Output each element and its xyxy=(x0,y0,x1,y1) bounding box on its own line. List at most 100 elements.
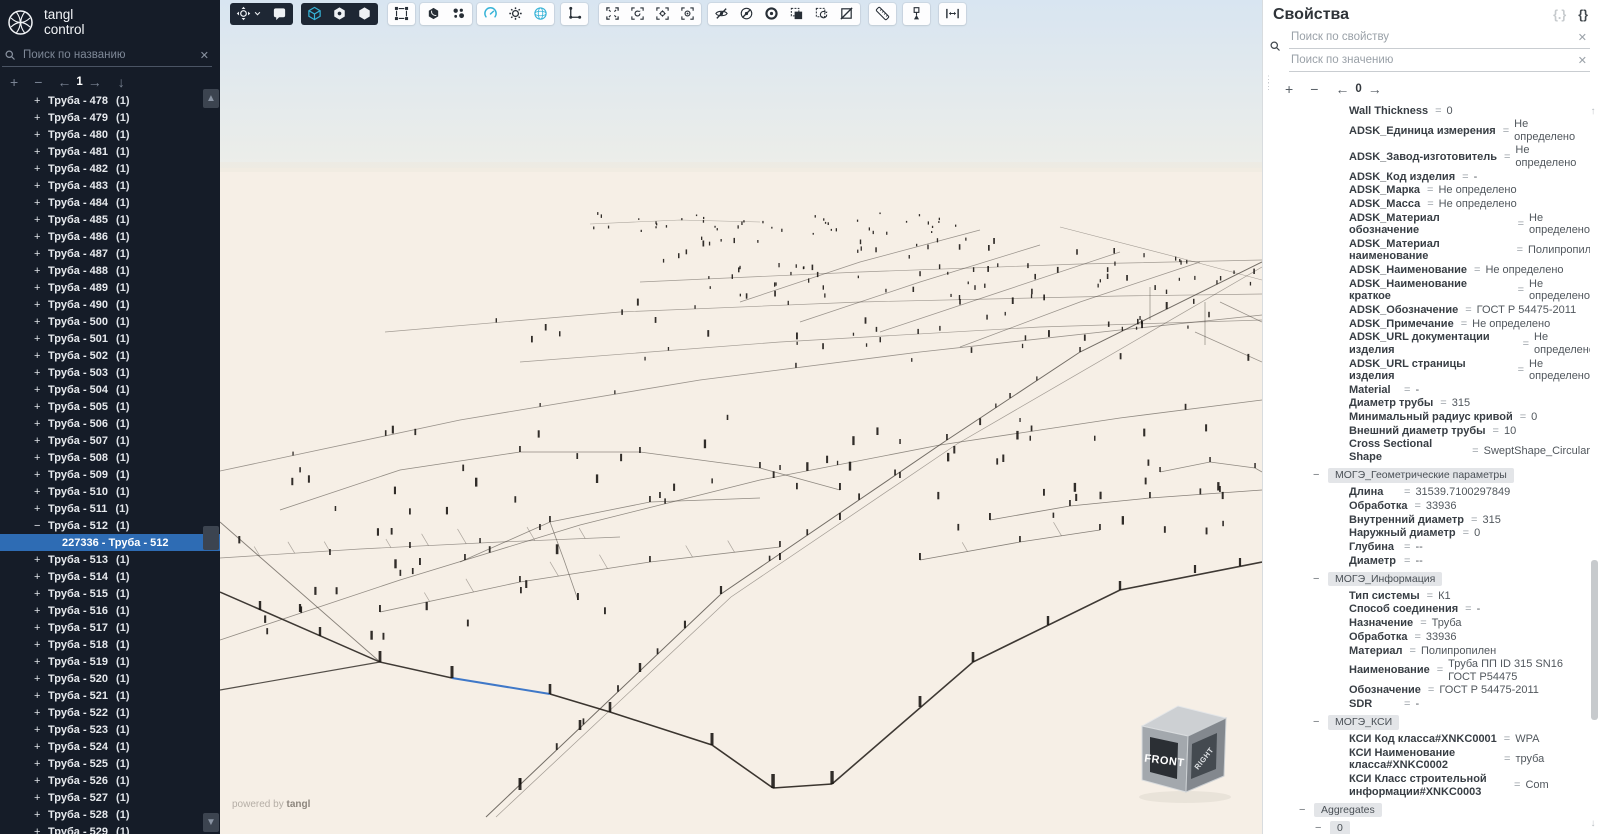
tree-expander[interactable]: + xyxy=(34,197,48,209)
tree-expander[interactable]: + xyxy=(34,775,48,787)
sidebar-scroll-up-button[interactable]: ▲ xyxy=(203,89,219,108)
tree-item[interactable]: +Труба - 500(1) xyxy=(0,313,220,330)
tree-expander[interactable]: + xyxy=(34,265,48,277)
hide-button[interactable] xyxy=(709,4,734,24)
tree-expander[interactable]: + xyxy=(34,401,48,413)
tree-item[interactable]: +Труба - 479(1) xyxy=(0,109,220,126)
tree-item[interactable]: +Труба - 490(1) xyxy=(0,296,220,313)
tree-item[interactable]: +Труба - 525(1) xyxy=(0,755,220,772)
tree-expander[interactable]: + xyxy=(34,792,48,804)
isolate-button[interactable] xyxy=(759,4,784,24)
hexagon-solid-button[interactable] xyxy=(352,4,377,24)
search-property-clear-icon[interactable]: ✕ xyxy=(1575,31,1590,44)
tree-item[interactable]: +Труба - 526(1) xyxy=(0,772,220,789)
viewport-canvas[interactable] xyxy=(220,0,1262,834)
section-button[interactable] xyxy=(904,4,929,24)
tree-item[interactable]: +Труба - 506(1) xyxy=(0,415,220,432)
tree-expander[interactable]: + xyxy=(34,367,48,379)
tree-expander[interactable]: + xyxy=(34,316,48,328)
tree-item[interactable]: +Труба - 515(1) xyxy=(0,585,220,602)
tree-expander[interactable]: + xyxy=(34,469,48,481)
sidebar-scroll-down-button[interactable]: ▼ xyxy=(203,813,219,832)
tree-item[interactable]: +Труба - 529(1) xyxy=(0,823,220,834)
property-row[interactable]: Назначение=Труба xyxy=(1263,617,1590,631)
tree-expander[interactable]: + xyxy=(34,112,48,124)
tree-expander[interactable]: + xyxy=(34,231,48,243)
tree-item[interactable]: +Труба - 503(1) xyxy=(0,364,220,381)
group-collapse-toggle[interactable]: − xyxy=(1315,822,1330,834)
tree-expander[interactable]: + xyxy=(34,214,48,226)
sidebar-scrollbar-thumb[interactable] xyxy=(203,526,219,550)
props-scroll-down-button[interactable]: ↓ xyxy=(1588,818,1598,829)
tree-item[interactable]: +Труба - 488(1) xyxy=(0,262,220,279)
tree-item[interactable]: +Труба - 522(1) xyxy=(0,704,220,721)
tree-expander[interactable]: + xyxy=(34,163,48,175)
search-value-input[interactable] xyxy=(1289,53,1575,67)
tree-item[interactable]: +Труба - 505(1) xyxy=(0,398,220,415)
focus-dot-button[interactable] xyxy=(675,4,700,24)
property-row[interactable]: ADSK_Примечание=Не определено xyxy=(1263,317,1590,331)
tree-expander[interactable]: + xyxy=(34,129,48,141)
tree-expander[interactable]: + xyxy=(34,146,48,158)
property-row[interactable]: Способ соединения=- xyxy=(1263,603,1590,617)
property-row[interactable]: ADSK_Материал наименование=Полипропилен xyxy=(1263,237,1590,263)
tree-collapse-button[interactable]: − xyxy=(34,74,42,90)
property-row[interactable]: Material=- xyxy=(1263,383,1590,397)
group-collapse-toggle[interactable]: − xyxy=(1299,804,1314,817)
orbit-button[interactable] xyxy=(231,4,267,24)
tree-expander[interactable]: + xyxy=(34,571,48,583)
property-row[interactable]: Длина=31539.7100297849 xyxy=(1263,486,1590,500)
property-row[interactable]: ADSK_Марка=Не определено xyxy=(1263,184,1590,198)
tree-expander[interactable]: + xyxy=(34,639,48,651)
tree-item[interactable]: +Труба - 517(1) xyxy=(0,619,220,636)
tree-expander[interactable]: + xyxy=(34,673,48,685)
tree-item[interactable]: +Труба - 527(1) xyxy=(0,789,220,806)
search-value-clear-icon[interactable]: ✕ xyxy=(1575,54,1590,67)
property-row[interactable]: Минимальный радиус кривой=0 xyxy=(1263,411,1590,425)
hide-circle-button[interactable] xyxy=(734,4,759,24)
paste-refresh-button[interactable] xyxy=(809,4,834,24)
property-row[interactable]: ADSK_Завод-изготовитель=Не определено xyxy=(1263,144,1590,170)
tree-expander[interactable]: + xyxy=(34,826,48,834)
tree-item[interactable]: +Труба - 481(1) xyxy=(0,143,220,160)
axis-button[interactable] xyxy=(562,4,587,24)
property-row[interactable]: КСИ Наименование класса#XNKC0002=труба xyxy=(1263,746,1590,772)
tree-item[interactable]: +Труба - 524(1) xyxy=(0,738,220,755)
property-row[interactable]: Тип системы=К1 xyxy=(1263,589,1590,603)
selection-frame-button[interactable] xyxy=(389,4,414,24)
props-next-button[interactable]: → xyxy=(1368,81,1382,97)
fit-view-button[interactable] xyxy=(600,4,625,24)
property-row[interactable]: Материал=Полипропилен xyxy=(1263,644,1590,658)
tree-item[interactable]: +Труба - 520(1) xyxy=(0,670,220,687)
tree-expander[interactable]: + xyxy=(34,622,48,634)
property-group-chip[interactable]: МОГЭ_Геометрические параметры xyxy=(1328,468,1514,483)
property-group-chip[interactable]: Aggregates xyxy=(1314,803,1382,818)
panel-resize-handle[interactable]: ⋮⋮ xyxy=(1264,76,1268,90)
tree-expander[interactable]: + xyxy=(34,656,48,668)
property-row[interactable]: ADSK_Код изделия=- xyxy=(1263,170,1590,184)
tree-item[interactable]: +Труба - 523(1) xyxy=(0,721,220,738)
paste-add-button[interactable] xyxy=(784,4,809,24)
tree-item[interactable]: +Труба - 501(1) xyxy=(0,330,220,347)
hexagon-outline-button[interactable] xyxy=(327,4,352,24)
tree-expander[interactable]: + xyxy=(34,588,48,600)
tree-expander[interactable]: + xyxy=(34,95,48,107)
tree-item[interactable]: +Труба - 487(1) xyxy=(0,245,220,262)
tree-expander[interactable]: + xyxy=(34,554,48,566)
tree-item[interactable]: +Труба - 486(1) xyxy=(0,228,220,245)
dots-cluster-button[interactable] xyxy=(446,4,471,24)
tree-prev-button[interactable]: ← xyxy=(57,74,71,90)
property-row[interactable]: ADSK_Наименование=Не определено xyxy=(1263,264,1590,278)
tree-item[interactable]: +Труба - 483(1) xyxy=(0,177,220,194)
property-row[interactable]: ADSK_Обозначение=ГОСТ Р 54475-2011 xyxy=(1263,303,1590,317)
group-collapse-toggle[interactable]: − xyxy=(1313,469,1328,482)
tree-expander[interactable]: + xyxy=(34,248,48,260)
tree-expander[interactable]: + xyxy=(34,741,48,753)
property-row[interactable]: Внутренний диаметр=315 xyxy=(1263,513,1590,527)
tree-expander[interactable]: + xyxy=(34,418,48,430)
tree-item[interactable]: +Труба - 504(1) xyxy=(0,381,220,398)
property-row[interactable]: Обозначение=ГОСТ Р 54475-2011 xyxy=(1263,684,1590,698)
tree-expander[interactable]: + xyxy=(34,690,48,702)
tree-item[interactable]: +Труба - 528(1) xyxy=(0,806,220,823)
tree-expander[interactable]: + xyxy=(34,384,48,396)
